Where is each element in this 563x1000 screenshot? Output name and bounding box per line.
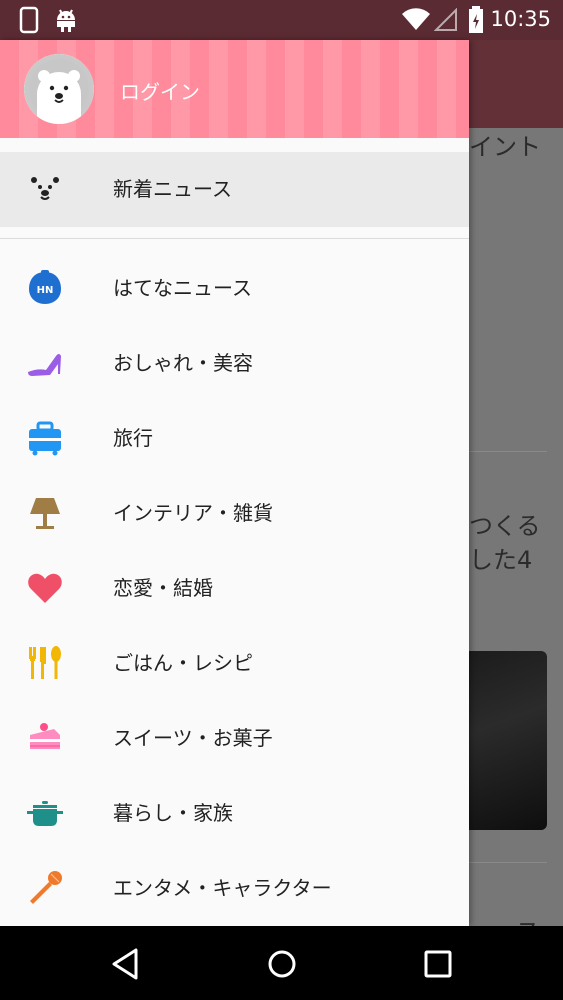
lamp-icon (30, 498, 60, 529)
drawer-item-label: おしゃれ・美容 (113, 351, 253, 375)
drawer-item-new-news[interactable]: 新着ニュース (0, 152, 469, 227)
drawer-header: ログイン (0, 40, 469, 138)
drawer-item-label: 旅行 (113, 426, 153, 450)
navigation-drawer: ログイン 新着ニュース HN はてなニュース おしゃれ・美容 旅行 インテリア・… (0, 40, 469, 926)
drawer-item-living-family[interactable]: 暮らし・家族 (0, 776, 469, 851)
heart-icon (28, 573, 62, 603)
battery-icon (469, 6, 483, 33)
background-divider (469, 451, 547, 452)
drawer-item-interior[interactable]: インテリア・雑貨 (0, 476, 469, 551)
pot-icon (27, 801, 63, 826)
background-snippet: つくる (469, 512, 541, 540)
drawer-item-travel[interactable]: 旅行 (0, 401, 469, 476)
drawer-item-label: 恋愛・結婚 (113, 576, 213, 600)
drawer-item-fashion-beauty[interactable]: おしゃれ・美容 (0, 326, 469, 401)
wifi-icon (402, 8, 430, 30)
user-avatar[interactable] (24, 54, 94, 124)
drawer-item-label: スイーツ・お菓子 (113, 726, 273, 750)
status-bar: 10:35 (0, 0, 563, 40)
drawer-item-entertainment[interactable]: エンタメ・キャラクター (0, 851, 469, 926)
signal-icon (434, 8, 457, 31)
hatena-badge-text: HN (37, 285, 54, 296)
drawer-separator (0, 238, 469, 239)
phone-icon (19, 6, 39, 34)
android-icon (57, 9, 75, 32)
high-heel-icon (28, 354, 61, 376)
drawer-item-label: 新着ニュース (113, 177, 232, 201)
bear-face-icon (31, 177, 59, 200)
drawer-item-love-marriage[interactable]: 恋愛・結婚 (0, 551, 469, 626)
back-button[interactable] (106, 944, 146, 984)
home-button[interactable] (262, 944, 302, 984)
background-app-header (469, 40, 563, 128)
cake-icon (30, 723, 60, 749)
drawer-item-label: はてなニュース (113, 276, 252, 300)
background-thumbnail (469, 651, 547, 830)
polar-bear-avatar-icon (24, 54, 94, 124)
drawer-item-food-recipe[interactable]: ごはん・レシピ (0, 626, 469, 701)
background-snippet: イント (469, 133, 541, 161)
recents-button[interactable] (418, 944, 458, 984)
drawer-item-label: インテリア・雑貨 (113, 501, 273, 525)
microphone-icon (30, 871, 62, 904)
background-snippet: した4 (469, 546, 533, 574)
system-navigation-bar (0, 926, 563, 1000)
login-link[interactable]: ログイン (120, 76, 200, 105)
status-clock: 10:35 (490, 7, 551, 31)
drawer-item-label: エンタメ・キャラクター (113, 876, 332, 900)
drawer-item-hatena-news[interactable]: HN はてなニュース (0, 251, 469, 326)
background-divider (469, 862, 547, 863)
drawer-item-label: 暮らし・家族 (113, 801, 233, 825)
drawer-item-label: ごはん・レシピ (113, 651, 253, 675)
drawer-item-sweets[interactable]: スイーツ・お菓子 (0, 701, 469, 776)
hatena-news-icon: HN (29, 270, 61, 304)
cutlery-icon (29, 646, 61, 679)
suitcase-icon (29, 421, 61, 456)
